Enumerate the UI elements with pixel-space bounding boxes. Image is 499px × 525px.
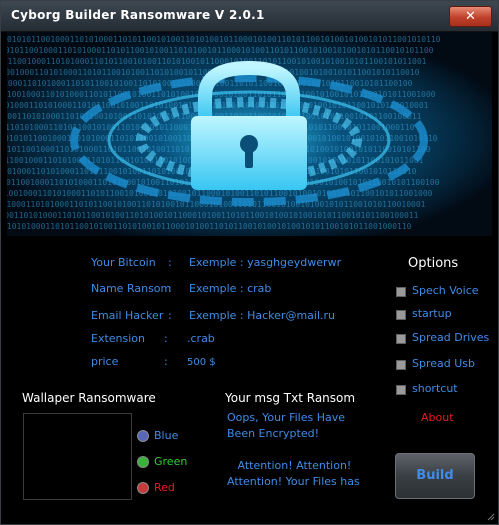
price-separator: :: [164, 355, 168, 368]
bitcoin-input[interactable]: Exemple : yasghgeydwerwr: [189, 256, 341, 269]
padlock-icon: 0101011001000110101000110101100101001101…: [7, 32, 492, 236]
binary-text-row: 1010110010001101010001101011001010011010…: [7, 46, 434, 55]
name-ransom-input[interactable]: Exemple : crab: [189, 282, 271, 295]
bitcoin-separator: :: [168, 256, 172, 269]
radio-dot-blue[interactable]: [137, 430, 149, 442]
option-label: Spread Drives: [412, 331, 490, 344]
extension-input[interactable]: .crab: [187, 332, 215, 345]
message-line: Attention! Your Files has: [227, 475, 360, 488]
email-hacker-separator: :: [168, 309, 172, 322]
checkbox-spread-drives[interactable]: [396, 334, 406, 344]
name-ransom-label: Name Ransom: [91, 282, 172, 295]
app-window: Cyborg Builder Ransomware V 2.0.1 ✕ 0101…: [0, 0, 499, 525]
checkbox-spread-usb[interactable]: [396, 360, 406, 370]
message-line: Attention! Attention!: [227, 459, 352, 472]
radio-label-blue: Blue: [154, 429, 179, 442]
price-input[interactable]: 500 $: [187, 357, 216, 368]
message-heading: Your msg Txt Ransom: [225, 391, 356, 405]
email-hacker-input[interactable]: Exemple : Hacker@mail.ru: [189, 309, 335, 322]
binary-text-row: 0101100100011010100011010110010100110101…: [7, 57, 427, 66]
radio-label-red: Red: [154, 481, 175, 494]
option-label: Spech Voice: [412, 284, 479, 297]
checkbox-spech-voice[interactable]: [396, 287, 406, 297]
extension-separator: :: [164, 332, 168, 345]
option-label: startup: [412, 307, 452, 320]
name-ransom-separator: :: [168, 282, 172, 295]
about-link[interactable]: About: [421, 411, 454, 424]
message-line: Oops, Your Files Have: [227, 411, 345, 424]
close-icon: ✕: [465, 9, 476, 24]
close-button[interactable]: ✕: [449, 6, 492, 27]
ransom-message-textbox[interactable]: Oops, Your Files Have Been Encrypted! At…: [227, 410, 377, 490]
title-bar[interactable]: Cyborg Builder Ransomware V 2.0.1 ✕: [1, 1, 498, 32]
binary-text-row: 0100011010100011010110010100110101001011…: [7, 222, 412, 231]
wallpaper-preview[interactable]: [23, 413, 132, 500]
checkbox-startup[interactable]: [396, 310, 406, 320]
build-button[interactable]: Build: [395, 453, 475, 499]
options-heading: Options: [408, 256, 459, 271]
header-banner-image: 0101011001000110101000110101100101001101…: [7, 32, 492, 236]
binary-text-row: 1100100011010100011010110010100110101001…: [7, 189, 433, 198]
radio-dot-green[interactable]: [137, 456, 149, 468]
binary-text-row: 0010001101010001101011001010011010100101…: [7, 211, 419, 220]
price-label: price: [91, 355, 119, 368]
option-label: shortcut: [412, 382, 458, 395]
email-hacker-label: Email Hacker: [91, 309, 164, 322]
radio-label-green: Green: [154, 455, 188, 468]
binary-text-row: 0101011001000110101000110101100101001101…: [7, 35, 441, 44]
extension-label: Extension: [91, 332, 146, 345]
option-label: Spread Usb: [412, 357, 475, 370]
radio-dot-red[interactable]: [137, 482, 149, 494]
bitcoin-label: Your Bitcoin: [91, 256, 156, 269]
wallpaper-heading: Wallaper Ransomware: [22, 391, 156, 405]
checkbox-shortcut[interactable]: [396, 385, 406, 395]
window-title: Cyborg Builder Ransomware V 2.0.1: [11, 8, 265, 22]
message-line: Been Encrypted!: [227, 427, 320, 440]
resize-grip-icon[interactable]: [485, 511, 495, 521]
